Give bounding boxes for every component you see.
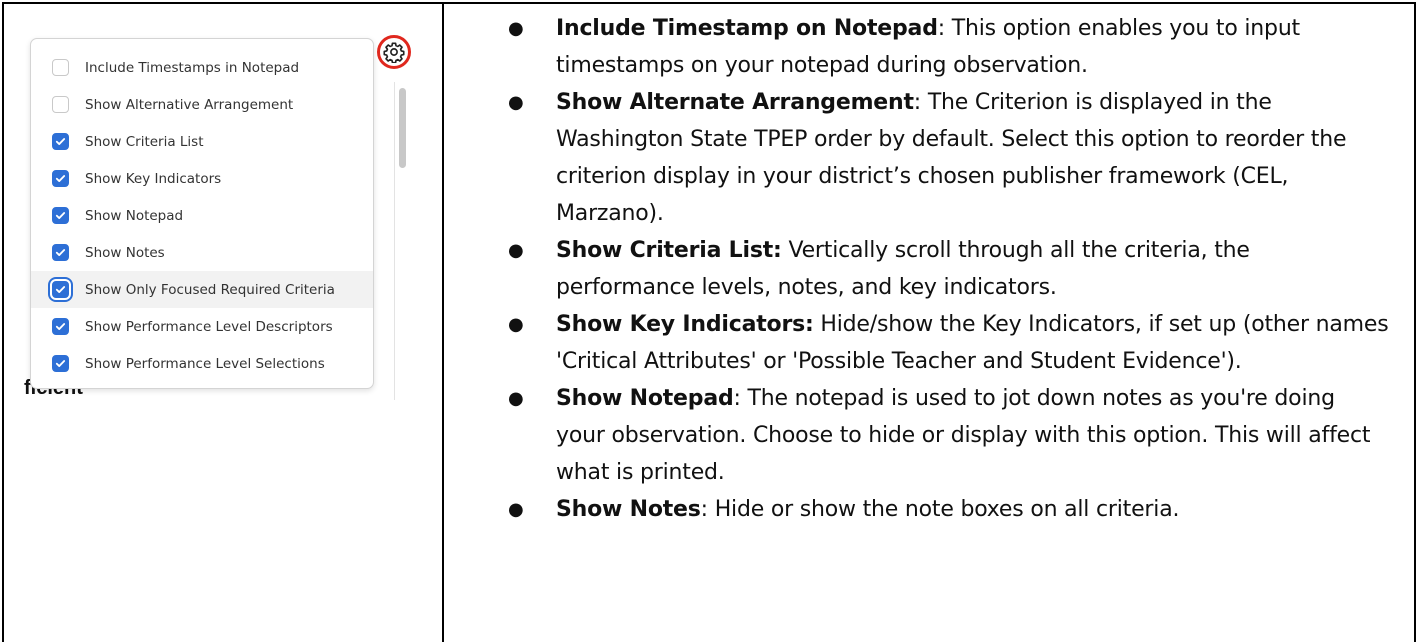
checkmark-icon [55,212,66,219]
checkmark-icon [55,249,66,256]
settings-screenshot: ficient Include Timestamps in NotepadSho… [18,22,418,400]
description-item: ● Show Notes: Hide or show the note boxes… [490,491,1390,528]
column-divider [442,4,444,642]
checkbox-checked[interactable] [52,318,69,335]
description-term: Show Alternate Arrangement [556,90,914,115]
description-separator: : [913,90,928,115]
description-text: Hide or show the note boxes on all crite… [714,497,1180,522]
settings-dropdown-menu: Include Timestamps in Notepad Show Altern… [30,38,374,389]
checkmark-icon [55,360,66,367]
description-item: ● Show Criteria List: Vertically scroll t… [490,232,1390,306]
option-descriptions: ● Include Timestamp on Notepad: This opti… [490,10,1390,528]
menu-item-option[interactable]: Include Timestamps in Notepad [31,49,373,86]
bullet-icon: ● [508,499,524,520]
bullet-icon: ● [508,92,524,113]
menu-item-label: Show Key Indicators [85,170,222,187]
checkmark-icon [55,286,66,293]
menu-item-label: Show Notes [85,244,165,261]
description-list: ● Include Timestamp on Notepad: This opti… [490,10,1390,528]
checkbox-checked[interactable] [52,170,69,187]
description-term: Include Timestamp on Notepad [556,16,938,41]
checkbox-unchecked[interactable] [52,96,69,113]
checkmark-icon [55,323,66,330]
menu-item-label: Show Criteria List [85,133,204,150]
menu-item-label: Show Alternative Arrangement [85,96,294,113]
description-term: Show Criteria List: [556,238,782,263]
checkbox-checked[interactable] [52,244,69,261]
checkbox-checked[interactable] [52,207,69,224]
bullet-icon: ● [508,240,524,261]
description-term: Show Key Indicators: [556,312,814,337]
description-item: ● Show Alternate Arrangement: The Criteri… [490,84,1390,232]
menu-item-option[interactable]: Show Criteria List [31,123,373,160]
checkmark-icon [55,138,66,145]
menu-item-option[interactable]: Show Alternative Arrangement [31,86,373,123]
description-item: ● Show Key Indicators: Hide/show the Key … [490,306,1390,380]
checkbox-unchecked[interactable] [52,59,69,76]
menu-item-label: Show Notepad [85,207,184,224]
two-column-table: ficient Include Timestamps in NotepadSho… [2,2,1416,642]
description-term: Show Notes [556,497,701,522]
checkbox-checked[interactable] [52,355,69,372]
menu-item-option[interactable]: Show Performance Level Descriptors [31,308,373,345]
menu-item-option[interactable]: Show Notes [31,234,373,271]
description-item: ● Include Timestamp on Notepad: This opti… [490,10,1390,84]
menu-item-label: Show Performance Level Selections [85,355,325,372]
menu-item-option[interactable]: Show Key Indicators [31,160,373,197]
bullet-icon: ● [508,314,524,335]
menu-item-label: Show Only Focused Required Criteria [85,281,335,298]
description-item: ● Show Notepad: The notepad is used to jo… [490,380,1390,491]
menu-item-label: Show Performance Level Descriptors [85,318,333,335]
menu-item-option[interactable]: Show Performance Level Selections [31,345,373,382]
description-separator: : [733,386,748,411]
checkbox-checked[interactable] [52,133,69,150]
menu-item-option[interactable]: Show Only Focused Required Criteria [31,271,373,308]
background-scrollbar-thumb[interactable] [399,88,406,168]
checkbox-checked[interactable] [52,281,69,298]
description-separator: : [700,497,715,522]
menu-item-option[interactable]: Show Notepad [31,197,373,234]
settings-gear-button[interactable] [377,35,411,69]
bullet-icon: ● [508,18,524,39]
bullet-icon: ● [508,388,524,409]
checkmark-icon [55,175,66,182]
description-separator: : [937,16,952,41]
menu-item-label: Include Timestamps in Notepad [85,59,300,76]
gear-icon [383,42,405,63]
description-term: Show Notepad [556,386,734,411]
